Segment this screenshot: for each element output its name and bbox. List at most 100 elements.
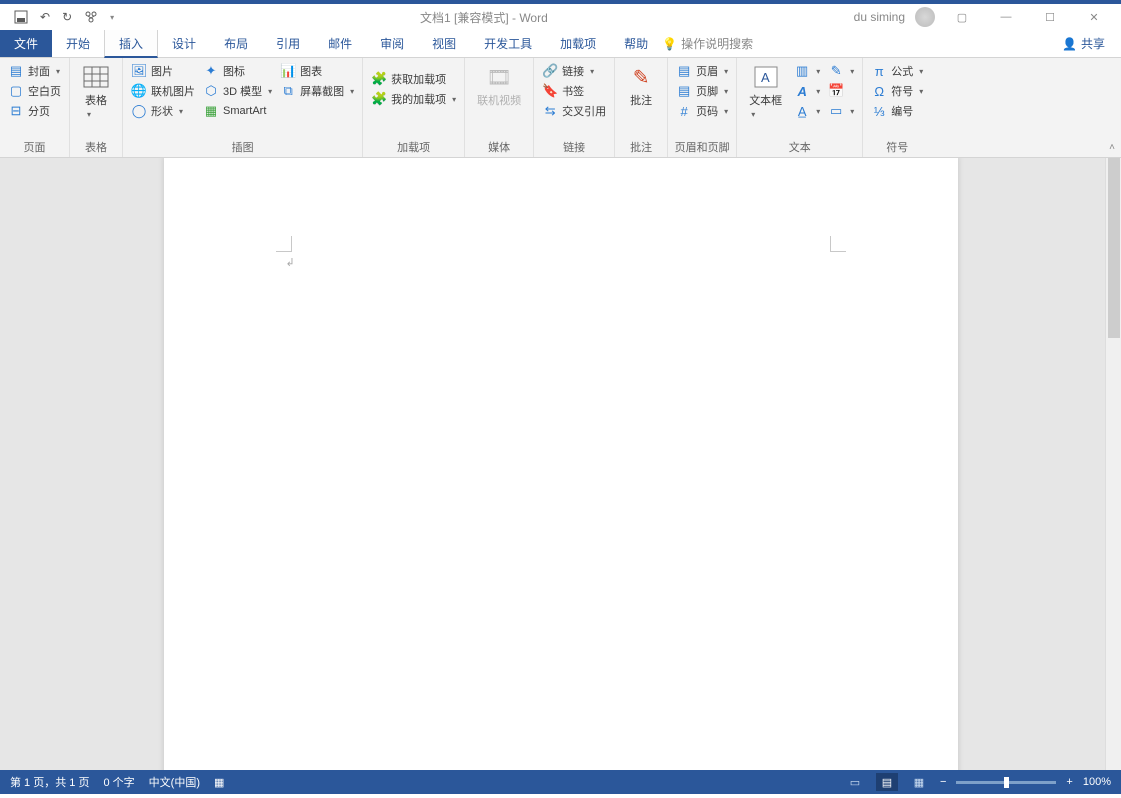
scrollbar-thumb[interactable] [1108,158,1120,338]
tab-layout[interactable]: 布局 [210,30,262,57]
tab-help[interactable]: 帮助 [610,30,662,57]
object-button[interactable]: ▭▾ [826,102,856,120]
language-indicator[interactable]: 中文(中国) [149,774,200,790]
chart-button[interactable]: 📊图表 [278,62,356,80]
tab-addins[interactable]: 加载项 [546,30,610,57]
group-label: 插图 [127,137,358,157]
group-addins: 🧩获取加载项 🧩我的加载项▾ 加载项 [363,58,465,157]
equation-icon: π [871,63,887,79]
redo-icon[interactable]: ↻ [62,10,72,24]
vertical-scrollbar[interactable] [1105,158,1121,770]
zoom-out-button[interactable]: − [940,776,946,788]
web-layout-icon[interactable]: ▦ [908,773,930,791]
tab-references[interactable]: 引用 [262,30,314,57]
cross-reference-button[interactable]: ⇆交叉引用 [540,102,608,120]
table-icon [82,64,110,90]
tell-me-search[interactable]: 💡 操作说明搜索 [662,30,771,57]
screenshot-button[interactable]: ⧉屏幕截图▾ [278,82,356,100]
cover-page-button[interactable]: ▤封面▾ [6,62,63,80]
avatar[interactable] [915,7,935,27]
maximize-icon[interactable]: ☐ [1033,6,1067,28]
word-count[interactable]: 0 个字 [103,774,134,790]
bookmark-button[interactable]: 🔖书签 [540,82,608,100]
bookmark-icon: 🔖 [542,83,558,99]
pictures-button[interactable]: 🖼图片 [129,62,197,80]
macro-indicator-icon[interactable]: ▦ [214,776,224,789]
page-indicator[interactable]: 第 1 页，共 1 页 [10,774,89,790]
icons-button[interactable]: ✦图标 [201,62,274,80]
tab-mailings[interactable]: 邮件 [314,30,366,57]
object-icon: ▭ [828,103,844,119]
read-mode-icon[interactable]: ▭ [844,773,866,791]
group-pages: ▤封面▾ ▢空白页 ⊟分页 页面 [0,58,70,157]
link-button[interactable]: 🔗链接▾ [540,62,608,80]
my-addins-button[interactable]: 🧩我的加载项▾ [369,90,458,108]
group-symbols: π公式▾ Ω符号▾ ⅓编号 符号 [863,58,931,157]
comment-icon: ✎ [627,64,655,90]
textbox-button[interactable]: A 文本框▾ [741,60,790,124]
get-addins-button[interactable]: 🧩获取加载项 [369,70,458,88]
undo-icon[interactable]: ↶ [40,10,50,24]
status-bar: 第 1 页，共 1 页 0 个字 中文(中国) ▦ ▭ ▤ ▦ − + 100% [0,770,1121,794]
3d-models-button[interactable]: ⬡3D 模型▾ [201,82,274,100]
page-break-button[interactable]: ⊟分页 [6,102,63,120]
margin-marker-icon [276,236,292,252]
zoom-slider[interactable] [956,781,1056,784]
tab-developer[interactable]: 开发工具 [470,30,546,57]
header-button[interactable]: ▤页眉▾ [674,62,730,80]
customize-qat-icon[interactable] [84,10,98,24]
tab-file[interactable]: 文件 [0,30,52,57]
tab-design[interactable]: 设计 [158,30,210,57]
tab-insert[interactable]: 插入 [104,30,158,58]
svg-text:A: A [761,70,770,85]
tab-home[interactable]: 开始 [52,30,104,57]
xref-icon: ⇆ [542,103,558,119]
group-text: A 文本框▾ ▥▾ A▾ A̲▾ ✎▾ 📅 ▭▾ 文本 [737,58,863,157]
group-tables: 表格▾ 表格 [70,58,123,157]
collapse-ribbon-icon[interactable]: ˄ [1109,142,1115,153]
title-bar: ↶ ↻ ▾ 文档1 [兼容模式] - Word du siming ▢ — ☐ … [0,0,1121,30]
dropcap-icon: A̲ [794,103,810,119]
tab-view[interactable]: 视图 [418,30,470,57]
datetime-icon: 📅 [828,83,844,99]
smartart-button[interactable]: ▦SmartArt [201,102,274,120]
close-icon[interactable]: ✕ [1077,6,1111,28]
quick-parts-button[interactable]: ▥▾ [792,62,822,80]
share-icon: 👤 [1062,37,1077,51]
zoom-slider-thumb[interactable] [1004,777,1009,788]
online-pictures-button[interactable]: 🌐联机图片 [129,82,197,100]
ribbon-display-icon[interactable]: ▢ [945,6,979,28]
shapes-button[interactable]: ◯形状▾ [129,102,197,120]
equation-button[interactable]: π公式▾ [869,62,925,80]
blank-page-icon: ▢ [8,83,24,99]
page-break-icon: ⊟ [8,103,24,119]
lightbulb-icon: 💡 [662,37,677,51]
minimize-icon[interactable]: — [989,6,1023,28]
number-button[interactable]: ⅓编号 [869,102,925,120]
share-button[interactable]: 👤 共享 [1062,30,1121,57]
date-time-button[interactable]: 📅 [826,82,856,100]
group-label: 加载项 [367,137,460,157]
symbol-button[interactable]: Ω符号▾ [869,82,925,100]
save-icon[interactable] [14,10,28,24]
tab-review[interactable]: 审阅 [366,30,418,57]
smartart-icon: ▦ [203,103,219,119]
signature-line-button[interactable]: ✎▾ [826,62,856,80]
footer-button[interactable]: ▤页脚▾ [674,82,730,100]
group-label: 表格 [74,137,118,157]
user-name[interactable]: du siming [854,10,905,24]
page[interactable]: ↲ [164,158,958,770]
zoom-level[interactable]: 100% [1083,776,1111,788]
zoom-in-button[interactable]: + [1066,776,1072,788]
online-video-button: 🎞 联机视频 [469,60,529,112]
wordart-button[interactable]: A▾ [792,82,822,100]
table-button[interactable]: 表格▾ [74,60,118,124]
paragraph-mark-icon: ↲ [286,256,295,269]
cover-page-icon: ▤ [8,63,24,79]
page-number-button[interactable]: #页码▾ [674,102,730,120]
drop-cap-button[interactable]: A̲▾ [792,102,822,120]
blank-page-button[interactable]: ▢空白页 [6,82,63,100]
comment-button[interactable]: ✎ 批注 [619,60,663,112]
signature-icon: ✎ [828,63,844,79]
print-layout-icon[interactable]: ▤ [876,773,898,791]
